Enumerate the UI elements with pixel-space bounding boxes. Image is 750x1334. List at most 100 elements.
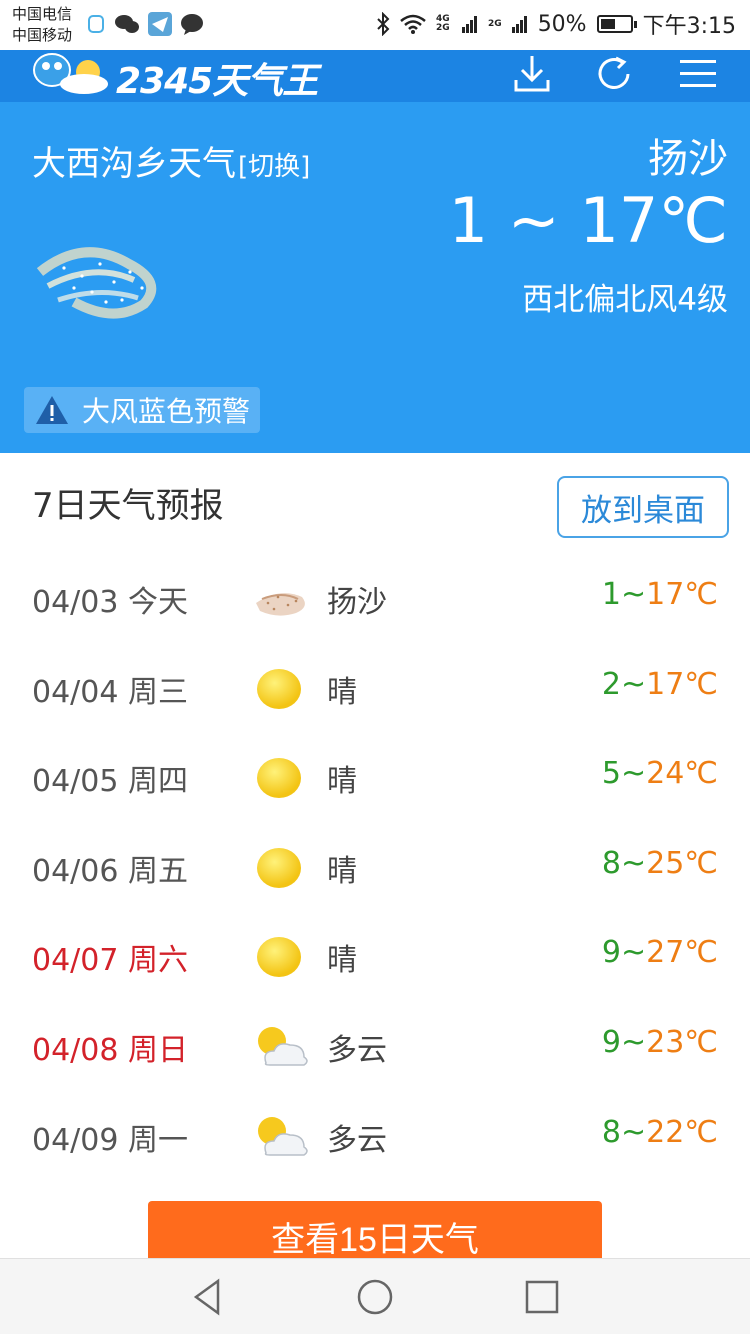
low-temp: 8 xyxy=(601,845,621,881)
partly-cloudy-icon xyxy=(252,1111,310,1161)
forecast-date: 04/05 周四 xyxy=(32,764,188,800)
low-temp: 8 xyxy=(601,1114,621,1150)
forecast-temperature: 2~17℃ xyxy=(602,667,718,702)
forecast-row[interactable]: 04/07 周六 晴 9~27℃ xyxy=(0,913,750,1003)
forecast-temperature: 5~24℃ xyxy=(602,756,718,791)
mascot-logo-icon xyxy=(33,53,108,94)
battery-percent: 50% xyxy=(537,11,587,37)
current-temperature-range: 1 ~ 17℃ xyxy=(448,184,728,257)
current-weather-panel: 大西沟乡天气[切换] 扬沙 1 ~ 17℃ 西北偏北风4级 大风蓝色预警 xyxy=(0,102,750,453)
forecast-row[interactable]: 04/06 周五 晴 8~25℃ xyxy=(0,824,750,914)
wifi-icon xyxy=(400,14,426,34)
high-temp: 17℃ xyxy=(646,577,718,612)
carrier-2: 中国移动 xyxy=(12,26,73,44)
forecast-row[interactable]: 04/04 周三 晴 2~17℃ xyxy=(0,645,750,735)
forecast-date: 04/03 今天 xyxy=(32,585,188,620)
message-icon xyxy=(181,14,203,35)
sand-icon xyxy=(252,573,310,623)
forecast-date: 04/04 周三 xyxy=(32,674,188,710)
temp-separator: ~ xyxy=(620,577,647,612)
low-temp: 9 xyxy=(601,935,621,971)
current-condition: 扬沙 xyxy=(648,136,728,182)
refresh-icon[interactable] xyxy=(592,52,636,96)
sunny-icon xyxy=(252,931,310,981)
temp-separator: ~ xyxy=(620,666,647,702)
carrier-1: 中国电信 xyxy=(12,5,73,23)
sunny-icon xyxy=(252,663,310,713)
temp-separator: ~ xyxy=(620,935,647,971)
sunny-icon xyxy=(252,752,310,802)
forecast-date: 04/07 周六 xyxy=(32,943,188,979)
home-icon[interactable] xyxy=(355,1277,395,1317)
status-right: 4G 2G 2G 50% 下午3:15 xyxy=(376,8,736,40)
warning-text: 大风蓝色预警 xyxy=(82,395,251,428)
wind-info: 西北偏北风4级 xyxy=(522,282,728,318)
app-header: 2345天气王 xyxy=(0,50,750,102)
high-temp: 22℃ xyxy=(646,1114,718,1150)
high-temp: 24℃ xyxy=(646,756,718,792)
forecast-temperature: 9~27℃ xyxy=(602,935,718,970)
back-icon[interactable] xyxy=(188,1277,228,1317)
low-temp: 5 xyxy=(601,756,621,792)
forecast-weather: 多云 xyxy=(327,1122,387,1158)
temp-separator: ~ xyxy=(620,1114,647,1150)
location-name: 大西沟乡天气 xyxy=(32,144,236,184)
forecast-weather: 晴 xyxy=(327,674,357,710)
forecast-date: 04/09 周一 xyxy=(32,1122,188,1158)
temp-separator: ~ xyxy=(620,845,647,881)
system-nav-bar xyxy=(0,1258,750,1334)
forecast-row[interactable]: 04/03 今天 扬沙 1~17℃ xyxy=(0,555,750,645)
sunny-icon xyxy=(252,842,310,892)
menu-icon[interactable] xyxy=(676,52,720,96)
forecast-row[interactable]: 04/08 周日 多云 9~23℃ xyxy=(0,1003,750,1093)
forecast-date: 04/08 周日 xyxy=(32,1032,188,1068)
battery-fill xyxy=(600,19,615,29)
bluetooth-icon xyxy=(377,12,390,36)
temp-separator: ~ xyxy=(620,756,647,792)
network-type-1: 4G 2G xyxy=(436,14,450,33)
forecast-title: 7日天气预报 xyxy=(32,486,224,526)
forecast-weather: 晴 xyxy=(327,853,357,889)
wind-warning-badge[interactable]: 大风蓝色预警 xyxy=(24,387,261,433)
forecast-weather: 多云 xyxy=(327,1032,387,1068)
forecast-temperature: 9~23℃ xyxy=(602,1025,718,1060)
forecast-weather: 晴 xyxy=(327,764,357,800)
forecast-list: 04/03 今天 扬沙 1~17℃ 04/04 周三晴 2~17℃ 04/05 周四晴 5~… xyxy=(0,555,750,1182)
forecast-date: 04/06 周五 xyxy=(32,853,188,889)
high-temp: 27℃ xyxy=(646,935,718,971)
warning-icon xyxy=(36,396,68,424)
sand-weather-icon xyxy=(36,247,157,319)
notification-app-icon xyxy=(88,15,104,33)
partly-cloudy-icon xyxy=(252,1021,310,1071)
forecast-weather: 晴 xyxy=(327,943,357,979)
high-temp: 25℃ xyxy=(646,845,718,881)
signal-icon-2 xyxy=(511,16,527,33)
low-temp: 2 xyxy=(601,666,621,702)
app-logo-text: 2345天气王 xyxy=(116,61,318,102)
switch-location-link[interactable]: [切换] xyxy=(238,152,310,182)
forecast-weather: 扬沙 xyxy=(327,585,387,620)
high-temp: 17℃ xyxy=(646,666,718,702)
add-to-desktop-button[interactable]: 放到桌面 xyxy=(557,476,729,538)
location-selector[interactable]: 大西沟乡天气[切换] xyxy=(32,136,310,185)
temp-separator: ~ xyxy=(620,1024,647,1060)
network-type-2: 2G xyxy=(488,19,502,29)
high-temp: 23℃ xyxy=(646,1024,718,1060)
forecast-temperature: 8~25℃ xyxy=(602,846,718,881)
recents-icon[interactable] xyxy=(522,1277,562,1317)
wechat-icon xyxy=(115,15,139,33)
status-bar: 中国电信 中国移动 4G 2G 2G 50% 下午3:15 xyxy=(0,0,750,50)
send-app-icon xyxy=(148,12,172,36)
forecast-temperature: 1~17℃ xyxy=(602,577,718,612)
clock: 下午3:15 xyxy=(642,14,736,39)
low-temp: 9 xyxy=(601,1024,621,1060)
forecast-temperature: 8~22℃ xyxy=(602,1115,718,1150)
signal-icon-1 xyxy=(462,16,478,33)
download-icon[interactable] xyxy=(510,52,554,96)
carrier-info: 中国电信 中国移动 xyxy=(12,4,72,46)
notification-icons xyxy=(86,12,204,36)
battery-icon xyxy=(596,15,637,33)
forecast-row[interactable]: 04/05 周四 晴 5~24℃ xyxy=(0,734,750,824)
forecast-row[interactable]: 04/09 周一 多云 8~22℃ xyxy=(0,1093,750,1183)
low-temp: 1 xyxy=(601,577,621,612)
